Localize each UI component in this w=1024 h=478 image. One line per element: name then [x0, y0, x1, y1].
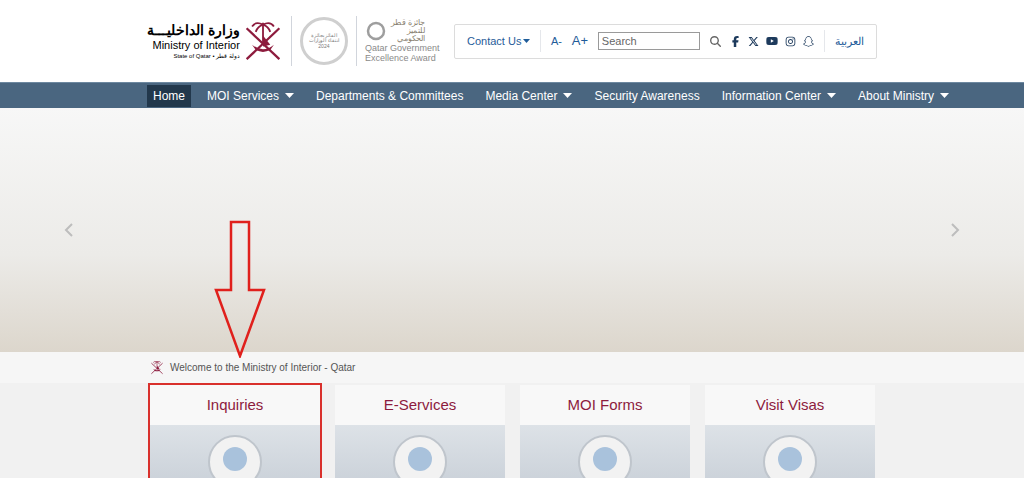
welcome-text: Welcome to the Ministry of Interior - Qa… [170, 360, 355, 375]
contact-us[interactable]: Contact Us [467, 33, 530, 50]
card-image [335, 425, 505, 478]
emblem-icon [243, 18, 283, 64]
award-badge: الفائز بجائزةانتقاء الوزارات2024 [300, 17, 348, 65]
divider [291, 16, 292, 66]
nav-item[interactable]: Departments & Committees [310, 85, 469, 107]
logo-english: Ministry of Interior [152, 39, 239, 53]
search-icon[interactable] [710, 36, 721, 47]
divider [540, 30, 541, 52]
caret-down-icon [940, 93, 949, 98]
service-card[interactable]: Visit Visas [703, 383, 877, 478]
instagram-icon[interactable] [785, 36, 796, 47]
card-icon [763, 435, 817, 478]
facebook-icon[interactable] [730, 36, 741, 47]
hero-slide [0, 108, 1024, 352]
nav-item[interactable]: Security Awareness [588, 85, 705, 107]
card-image [520, 425, 690, 478]
award-arabic: للتميز [407, 27, 425, 35]
card-title: Visit Visas [705, 385, 875, 425]
social-links [730, 35, 814, 47]
card-title: E-Services [335, 385, 505, 425]
divider [356, 16, 357, 66]
card-icon [578, 435, 632, 478]
card-image [705, 425, 875, 478]
caret-down-icon [285, 93, 294, 98]
award-english: Qatar Government [365, 44, 440, 54]
nav-item[interactable]: About Ministry [852, 85, 955, 107]
service-card[interactable]: E-Services [333, 383, 507, 478]
main-nav: Home MOI Services Departments & Committees… [0, 82, 1024, 108]
nav-item[interactable]: MOI Services [201, 85, 300, 107]
caret-down-icon [827, 93, 836, 98]
caret-down-icon [563, 93, 572, 98]
x-icon[interactable] [748, 36, 759, 47]
divider [824, 30, 825, 52]
header: وزارة الداخليـــةMinistry of InteriorSta… [0, 0, 1024, 82]
logo-arabic: وزارة الداخليـــة [147, 22, 240, 40]
youtube-icon[interactable] [766, 35, 778, 47]
card-icon [393, 435, 447, 478]
small-emblem-icon [150, 360, 164, 375]
award-ring-icon [365, 20, 387, 42]
card-image [150, 425, 320, 478]
brand: وزارة الداخليـــةMinistry of InteriorSta… [147, 16, 439, 66]
card-title: Inquiries [150, 385, 320, 425]
annotation-arrow-icon [214, 220, 266, 358]
award-english: Excellence Award [365, 54, 440, 64]
nav-item[interactable]: Information Center [716, 85, 842, 107]
card-title: MOI Forms [520, 385, 690, 425]
nav-item[interactable]: Media Center [479, 85, 578, 107]
language-switch[interactable]: العربية [835, 33, 864, 50]
toolbar: Contact Us A- A+ العربية [454, 24, 877, 59]
page: وزارة الداخليـــةMinistry of InteriorSta… [0, 0, 1024, 478]
badge-text: 2024 [318, 44, 329, 50]
prev-slide-icon[interactable] [64, 223, 74, 237]
excellence-award: جائزة قطرللتميزالحكوميQatar GovernmentEx… [365, 19, 440, 64]
service-card[interactable]: Inquiries [148, 383, 322, 478]
next-slide-icon[interactable] [950, 223, 960, 237]
font-smaller[interactable]: A- [551, 33, 562, 50]
caret-down-icon [523, 39, 530, 43]
nav-item[interactable]: Home [147, 85, 191, 107]
award-arabic: الحكومي [397, 35, 425, 43]
snapchat-icon[interactable] [803, 36, 814, 47]
card-icon [208, 435, 262, 478]
ministry-logo[interactable]: وزارة الداخليـــةMinistry of InteriorSta… [147, 18, 283, 64]
service-card[interactable]: MOI Forms [518, 383, 692, 478]
quick-links: Inquiries E-Services MOI Forms Visit Visas [0, 383, 1024, 478]
welcome-bar: Welcome to the Ministry of Interior - Qa… [0, 352, 1024, 383]
logo-state: State of Qatar • دولة قطر [173, 53, 239, 61]
font-larger[interactable]: A+ [572, 31, 588, 51]
search-input[interactable] [598, 32, 700, 50]
award-arabic: جائزة قطر [391, 19, 425, 27]
